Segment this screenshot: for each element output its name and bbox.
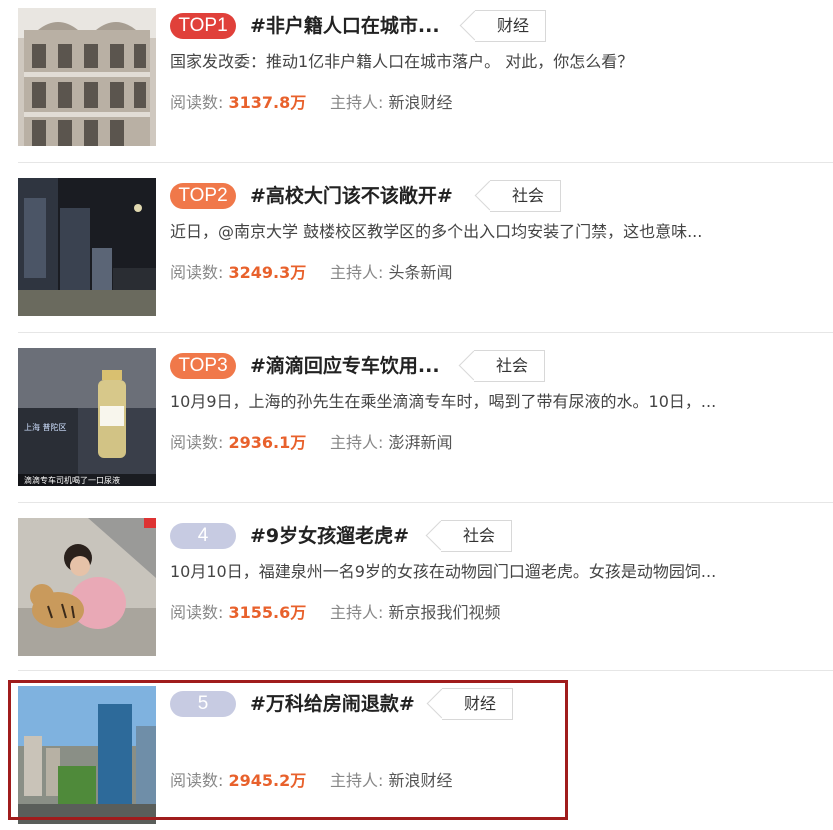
topic-title[interactable]: #非户籍人口在城市... — [250, 13, 440, 39]
divider — [18, 332, 833, 333]
host-label: 主持人: — [330, 93, 384, 112]
water-bottle-image: 上海 普陀区 滴滴专车司机喝了一口尿液 — [18, 348, 156, 486]
girl-tiger-image — [18, 518, 156, 656]
topic-thumbnail[interactable] — [18, 518, 156, 656]
host-name[interactable]: 澎湃新闻 — [389, 433, 453, 452]
category-tag[interactable]: 社会 — [474, 350, 546, 382]
category-tag[interactable]: 社会 — [441, 520, 513, 552]
topic-title[interactable]: #高校大门该不该敞开# — [250, 183, 453, 209]
rank-badge: 4 — [170, 523, 236, 549]
reads-label: 阅读数: — [170, 603, 224, 622]
host-name[interactable]: 新京报我们视频 — [389, 603, 501, 622]
hot-topic-list: TOP1 #非户籍人口在城市... 财经 国家发改委：推动1亿非户籍人口在城市落… — [0, 0, 833, 828]
topic-description: 近日，@南京大学 鼓楼校区教学区的多个出入口均安装了门禁，这也意味... — [170, 222, 703, 241]
host-label: 主持人: — [330, 433, 384, 452]
reads-count: 3137.8万 — [228, 93, 307, 112]
topic-description: 国家发改委：推动1亿非户籍人口在城市落户。 对此，你怎么看？ — [170, 52, 634, 71]
topic-description: 10月10日，福建泉州一名9岁的女孩在动物园门口遛老虎。女孩是动物园饲... — [170, 562, 717, 581]
category-tag-label: 社会 — [496, 356, 529, 375]
list-item[interactable]: 4 #9岁女孩遛老虎# 社会 10月10日，福建泉州一名9岁的女孩在动物园门口遛… — [0, 510, 833, 660]
host-info: 主持人: 头条新闻 — [330, 262, 453, 284]
topic-meta: 阅读数: 3155.6万 主持人: 新京报我们视频 — [170, 602, 501, 624]
topic-meta: 阅读数: 2936.1万 主持人: 澎湃新闻 — [170, 432, 453, 454]
host-info: 主持人: 新京报我们视频 — [330, 602, 501, 624]
topic-title[interactable]: #滴滴回应专车饮用... — [250, 353, 440, 379]
topic-thumbnail[interactable] — [18, 178, 156, 316]
thumb-subtitle: 滴滴专车司机喝了一口尿液 — [24, 475, 120, 485]
thumb-caption: 上海 普陀区 — [24, 422, 67, 432]
host-info: 主持人: 澎湃新闻 — [330, 432, 453, 454]
topic-description: 10月9日，上海的孙先生在乘坐滴滴专车时，喝到了带有尿液的水。10日，... — [170, 392, 717, 411]
rank-badge: TOP2 — [170, 183, 236, 209]
category-tag-label: 财经 — [497, 16, 530, 35]
reads-label: 阅读数: — [170, 93, 224, 112]
category-tag[interactable]: 社会 — [490, 180, 562, 212]
topic-title[interactable]: #9岁女孩遛老虎# — [250, 523, 409, 549]
topic-meta: 阅读数: 3137.8万 主持人: 新浪财经 — [170, 92, 453, 114]
host-label: 主持人: — [330, 603, 384, 622]
host-name[interactable]: 新浪财经 — [389, 93, 453, 112]
host-info: 主持人: 新浪财经 — [330, 92, 453, 114]
night-gate-image — [18, 178, 156, 316]
category-tag[interactable]: 财经 — [475, 10, 547, 42]
category-tag-label: 社会 — [463, 526, 496, 545]
host-label: 主持人: — [330, 263, 384, 282]
host-name[interactable]: 头条新闻 — [389, 263, 453, 282]
rank-badge: TOP3 — [170, 353, 236, 379]
divider — [18, 162, 833, 163]
divider — [18, 670, 833, 671]
building-image — [18, 8, 156, 146]
rank-badge: TOP1 — [170, 13, 236, 39]
reads-count: 2936.1万 — [228, 433, 307, 452]
topic-meta: 阅读数: 3249.3万 主持人: 头条新闻 — [170, 262, 453, 284]
topic-thumbnail[interactable]: 上海 普陀区 滴滴专车司机喝了一口尿液 — [18, 348, 156, 486]
category-tag-label: 社会 — [512, 186, 545, 205]
list-item[interactable]: TOP2 #高校大门该不该敞开# 社会 近日，@南京大学 鼓楼校区教学区的多个出… — [0, 170, 833, 320]
highlight-box — [8, 680, 568, 820]
reads-count: 3155.6万 — [228, 603, 307, 622]
divider — [18, 502, 833, 503]
reads-count: 3249.3万 — [228, 263, 307, 282]
list-item[interactable]: TOP1 #非户籍人口在城市... 财经 国家发改委：推动1亿非户籍人口在城市落… — [0, 0, 833, 150]
reads-label: 阅读数: — [170, 263, 224, 282]
topic-thumbnail[interactable] — [18, 8, 156, 146]
reads-label: 阅读数: — [170, 433, 224, 452]
list-item[interactable]: 上海 普陀区 滴滴专车司机喝了一口尿液 TOP3 #滴滴回应专车饮用... 社会… — [0, 340, 833, 490]
